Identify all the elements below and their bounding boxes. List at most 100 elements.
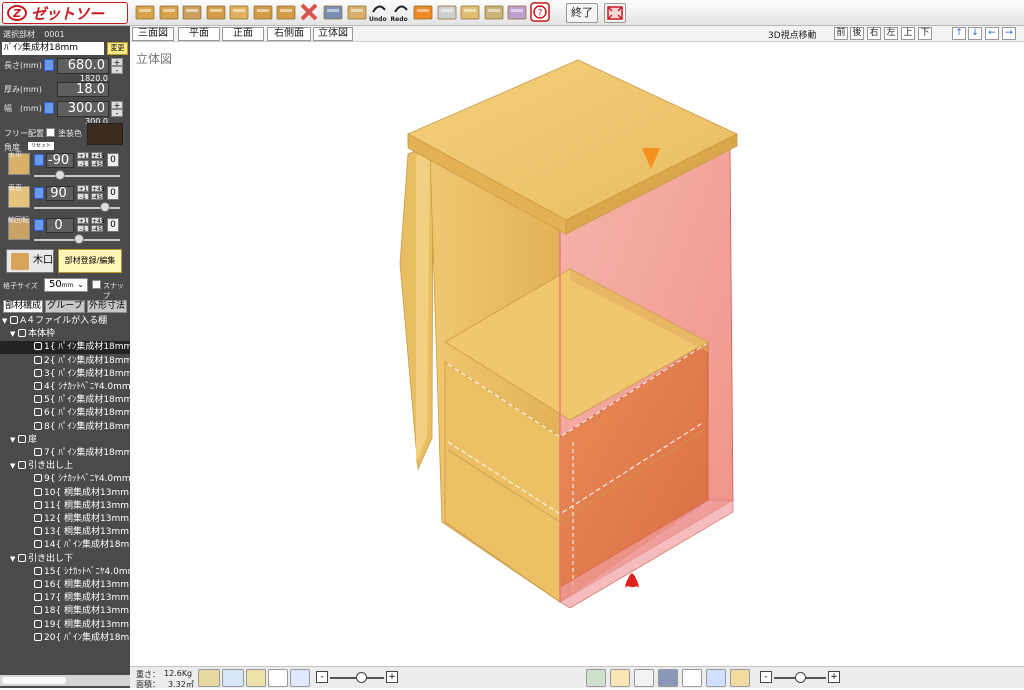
tree-part-item[interactable]: 15{ ｼﾅｶｯﾄﾍﾞﾆﾔ4.0mm }	[0, 566, 130, 579]
end-grain-button[interactable]: 木口	[6, 249, 54, 273]
download-icon[interactable]	[412, 2, 434, 24]
length-plus-button[interactable]: +	[111, 58, 123, 67]
wood-texture-icon[interactable]	[610, 669, 630, 687]
tree-horizontal-scrollbar[interactable]	[0, 675, 130, 686]
rotation-minus45-button[interactable]: -45	[91, 225, 103, 233]
render-mode-icon[interactable]	[586, 669, 606, 687]
rotation-slider-thumb[interactable]	[73, 234, 84, 244]
calculator-icon[interactable]	[34, 219, 44, 231]
expand-toggle-icon[interactable]: ▼	[10, 328, 18, 341]
tab-front[interactable]: 正面	[222, 27, 264, 41]
tree-part-item[interactable]: 9{ ｼﾅｶｯﾄﾍﾞﾆﾔ4.0mm }L	[0, 473, 130, 486]
tree-group-item[interactable]: ▼ 引き出し下	[0, 553, 130, 566]
box-view-icon[interactable]	[658, 669, 678, 687]
snap-checkbox[interactable]	[92, 280, 101, 289]
axis-icon[interactable]	[290, 669, 310, 687]
vertical-zero-button[interactable]: 0	[107, 186, 119, 200]
tree-part-item[interactable]: 3{ ﾊﾟｲﾝ集成材18mm }L	[0, 368, 130, 381]
sheet-icon[interactable]	[506, 2, 528, 24]
move-arrows-icon[interactable]	[222, 669, 244, 687]
joint-icon[interactable]	[228, 2, 250, 24]
tree-part-item[interactable]: 14{ ﾊﾟｲﾝ集成材18mm }	[0, 539, 130, 552]
frame-h-icon[interactable]	[181, 2, 203, 24]
view-front-button[interactable]: 前	[834, 27, 848, 40]
tree-part-item[interactable]: 7{ ﾊﾟｲﾝ集成材18mm }L	[0, 447, 130, 460]
rotation-plus45-button[interactable]: +45	[91, 217, 105, 225]
register-part-button[interactable]: 部材登録/編集	[58, 249, 122, 273]
move-up-button[interactable]: ↑	[952, 27, 966, 40]
rotate-view-icon[interactable]	[706, 669, 726, 687]
tree-part-item[interactable]: 13{ 桐集成材13mm }L	[0, 526, 130, 539]
rotation-zero-button[interactable]: 0	[107, 218, 119, 232]
tab-plan[interactable]: 平面	[178, 27, 220, 41]
tree-part-item[interactable]: 17{ 桐集成材13mm }L	[0, 592, 130, 605]
tree-part-item[interactable]: 10{ 桐集成材13mm }L	[0, 487, 130, 500]
tree-part-item[interactable]: 4{ ｼﾅｶｯﾄﾍﾞﾆﾔ4.0mm }L	[0, 381, 130, 394]
horizontal-angle-input[interactable]: -90	[46, 153, 74, 168]
view-bottom-button[interactable]: 下	[918, 27, 932, 40]
scrollbar-thumb[interactable]	[2, 677, 66, 684]
paint-color-swatch[interactable]	[87, 123, 123, 145]
tab-right-side[interactable]: 右側面	[267, 27, 311, 41]
tree-part-item[interactable]: 20{ ﾊﾟｲﾝ集成材18mm }L	[0, 632, 130, 645]
move-left-button[interactable]: ←	[985, 27, 999, 40]
tree-part-item[interactable]: 18{ 桐集成材13mm }L	[0, 605, 130, 618]
length-minus-button[interactable]: -	[111, 66, 123, 75]
tree-part-item[interactable]: 2{ ﾊﾟｲﾝ集成材18mm }L	[0, 355, 130, 368]
tree-group-item[interactable]: ▼ A４ファイルが入る棚	[0, 315, 130, 328]
zoom-in-button-left[interactable]: +	[386, 671, 398, 683]
axes-icon[interactable]	[682, 669, 702, 687]
expand-toggle-icon[interactable]: ▼	[10, 553, 18, 566]
expand-toggle-icon[interactable]: ▼	[10, 460, 18, 473]
help-icon[interactable]: ?	[529, 2, 552, 24]
calculator-icon[interactable]	[34, 154, 44, 166]
tab-part-structure[interactable]: 部材構成	[3, 300, 43, 313]
width-input[interactable]: 300.0	[57, 101, 109, 117]
undo-icon[interactable]: Undo	[369, 2, 389, 24]
clamp-icon[interactable]	[322, 2, 344, 24]
tree-group-item[interactable]: ▼ 引き出し上	[0, 460, 130, 473]
tree-part-item[interactable]: 6{ ﾊﾟｲﾝ集成材18mm }L	[0, 407, 130, 420]
tab-three-view[interactable]: 三面図	[132, 27, 174, 41]
horizontal-zero-button[interactable]: 0	[107, 153, 119, 167]
solid-view-icon[interactable]	[634, 669, 654, 687]
layer-icon[interactable]	[730, 669, 750, 687]
tab-outer-dimensions[interactable]: 外形寸法	[87, 300, 127, 313]
length-input[interactable]: 680.0	[57, 58, 109, 74]
zoom-thumb-right[interactable]	[795, 672, 806, 683]
tree-part-item[interactable]: 19{ 桐集成材13mm }L	[0, 619, 130, 632]
rotation-angle-input[interactable]: 0	[46, 218, 74, 233]
zoom-thumb-left[interactable]	[355, 672, 367, 683]
expand-toggle-icon[interactable]: ▼	[2, 315, 10, 328]
horizontal-plus45-button[interactable]: +45	[91, 152, 105, 160]
delete-cross-icon[interactable]	[299, 2, 321, 24]
tree-part-item[interactable]: 8{ ﾊﾟｲﾝ集成材18mm }L	[0, 421, 130, 434]
view-top-button[interactable]: 上	[901, 27, 915, 40]
tree-part-item[interactable]: 16{ 桐集成材13mm }L	[0, 579, 130, 592]
zoom-out-button-left[interactable]: -	[316, 671, 328, 683]
tree-part-item[interactable]: 12{ 桐集成材13mm }L	[0, 513, 130, 526]
tree-part-item[interactable]: 5{ ﾊﾟｲﾝ集成材18mm }L	[0, 394, 130, 407]
free-place-checkbox[interactable]	[46, 128, 55, 137]
horizontal-slider-thumb[interactable]	[54, 170, 65, 180]
calculator-icon[interactable]	[44, 59, 54, 71]
change-part-button[interactable]: 変更	[107, 42, 128, 55]
vertical-minus1-button[interactable]: -1	[77, 193, 89, 201]
view-back-button[interactable]: 後	[850, 27, 864, 40]
grid-size-select[interactable]: 50mm ⌄	[44, 278, 88, 292]
tree-group-item[interactable]: ▼ 扉	[0, 434, 130, 447]
expand-toggle-icon[interactable]: ▼	[10, 434, 18, 447]
width-minus-button[interactable]: -	[111, 109, 123, 118]
vertical-plus1-button[interactable]: +1	[77, 185, 89, 193]
cabinet-3d-model[interactable]	[130, 42, 1024, 666]
reset-angle-button[interactable]: リセット	[28, 142, 54, 150]
3d-viewport[interactable]: 立体図	[130, 42, 1024, 666]
frame-triple-icon[interactable]	[275, 2, 297, 24]
width-plus-button[interactable]: +	[111, 101, 123, 110]
horizontal-plus1-button[interactable]: +1	[77, 152, 89, 160]
tree-part-item[interactable]: 11{ 桐集成材13mm }L	[0, 500, 130, 513]
view-left-button[interactable]: 左	[884, 27, 898, 40]
board-tool-icon[interactable]	[134, 2, 156, 24]
vertical-plus45-button[interactable]: +45	[91, 185, 105, 193]
move-right-button[interactable]: →	[1002, 27, 1016, 40]
